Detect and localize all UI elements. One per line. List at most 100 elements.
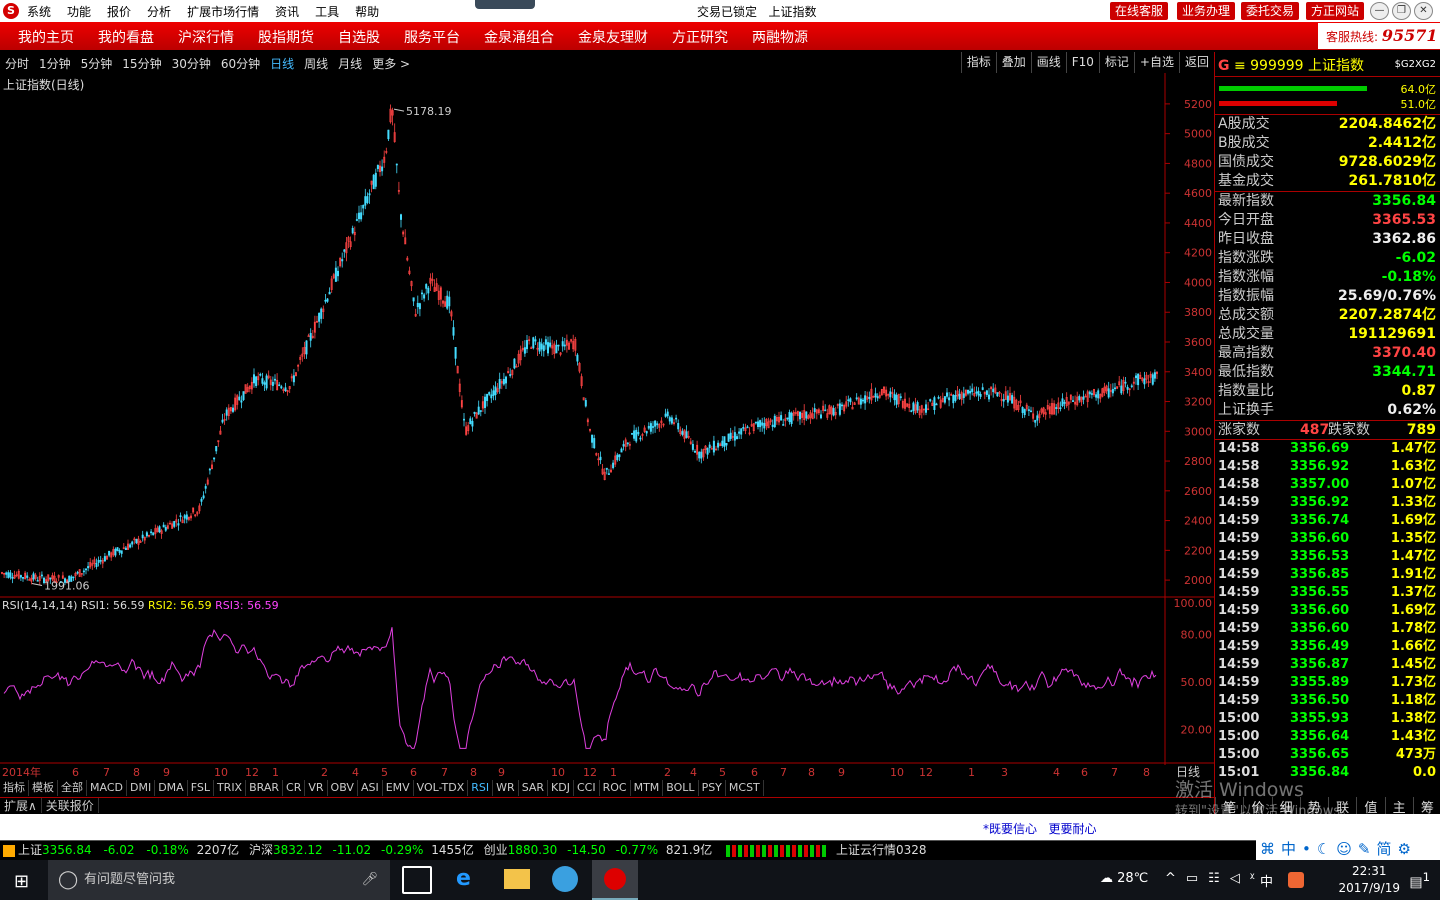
right-tab[interactable]: 主: [1384, 797, 1413, 816]
nav-futures[interactable]: 股指期货: [258, 27, 314, 47]
indicator-tab-dmi[interactable]: DMI: [127, 780, 156, 796]
menu-item-ext-market[interactable]: 扩展市场行情: [187, 3, 259, 20]
timeframe-1[interactable]: 1分钟: [39, 55, 71, 72]
menu-icon[interactable]: ≡: [1234, 58, 1246, 74]
minimize-icon[interactable]: —: [1370, 2, 1389, 20]
ie-icon[interactable]: [552, 866, 578, 892]
indicator-tab-指标[interactable]: 指标: [0, 780, 29, 796]
notification-icon[interactable]: ▤1: [1409, 870, 1430, 891]
slogan-link-1[interactable]: *既要信心: [983, 822, 1037, 836]
menu-item-analysis[interactable]: 分析: [147, 3, 171, 20]
tray-handle[interactable]: [475, 0, 535, 9]
weather[interactable]: ☁ 28℃: [1100, 871, 1148, 886]
related-quote-tab[interactable]: 关联报价: [42, 798, 99, 813]
menu-item-quote[interactable]: 报价: [107, 3, 131, 20]
indicator-tab-vr[interactable]: VR: [305, 780, 328, 796]
chart-tool-1[interactable]: 叠加: [995, 52, 1031, 73]
menu-item-tools[interactable]: 工具: [315, 3, 339, 20]
chart-tool-6[interactable]: 返回: [1178, 52, 1214, 73]
app-taskbar-button[interactable]: [592, 860, 638, 900]
slogan-link-2[interactable]: 更要耐心: [1048, 822, 1096, 836]
website-button[interactable]: 方正网站: [1306, 2, 1365, 20]
indicator-tab-macd[interactable]: MACD: [87, 780, 127, 796]
chart-area[interactable]: 5200 5000 4800 4600 4400 4200 4000 3800 3600 3400…: [0, 73, 1214, 779]
indicator-tab-vol-tdx[interactable]: VOL-TDX: [414, 780, 469, 796]
nav-research[interactable]: 方正研究: [672, 27, 728, 47]
indicator-tab-asi[interactable]: ASI: [358, 780, 383, 796]
indicator-tab-wr[interactable]: WR: [493, 780, 519, 796]
mic-icon[interactable]: 🎤︎: [361, 860, 378, 900]
timeframe-6[interactable]: 日线: [270, 55, 294, 72]
nav-market[interactable]: 沪深行情: [178, 27, 234, 47]
online-service-button[interactable]: 在线客服: [1110, 2, 1169, 20]
indicator-tab-mcst[interactable]: MCST: [726, 780, 764, 796]
indicator-tab-obv[interactable]: OBV: [328, 780, 358, 796]
candle-body: [790, 412, 793, 424]
indicator-tab-cci[interactable]: CCI: [574, 780, 600, 796]
indicator-tab-dma[interactable]: DMA: [155, 780, 188, 796]
chart-tool-0[interactable]: 指标: [960, 52, 996, 73]
indicator-tab-sar[interactable]: SAR: [519, 780, 549, 796]
nav-watch[interactable]: 我的看盘: [98, 27, 154, 47]
indicator-tab-全部[interactable]: 全部: [58, 780, 87, 796]
indicator-tab-kdj[interactable]: KDJ: [548, 780, 574, 796]
trade-button[interactable]: 委托交易: [1241, 2, 1300, 20]
tick-list[interactable]: 14:58 3356.69 1.47亿 14:58 3356.92 1.63亿 14:58 3…: [1215, 440, 1440, 782]
indicator-tab-emv[interactable]: EMV: [383, 780, 414, 796]
timeframe-3[interactable]: 15分钟: [122, 55, 161, 72]
nav-wealth[interactable]: 金泉友理财: [578, 27, 648, 47]
nav-favorites[interactable]: 自选股: [338, 27, 380, 47]
menu-item-info[interactable]: 资讯: [275, 3, 299, 20]
right-tab[interactable]: 筹: [1412, 797, 1440, 816]
timeframe-8[interactable]: 月线: [338, 55, 362, 72]
indicator-tab-roc[interactable]: ROC: [600, 780, 631, 796]
chart-tool-3[interactable]: F10: [1065, 52, 1099, 73]
tick-price: 3355.93: [1290, 711, 1350, 726]
tray-app-icon[interactable]: [1288, 872, 1304, 888]
indicator-tab-rsi[interactable]: RSI: [468, 780, 494, 796]
timeframe-2[interactable]: 5分钟: [81, 55, 113, 72]
store-icon[interactable]: [402, 866, 432, 894]
explorer-icon[interactable]: [504, 869, 530, 889]
restore-icon[interactable]: ❐: [1392, 2, 1411, 20]
windows-start-icon[interactable]: ⊞: [14, 871, 29, 892]
chart-tool-4[interactable]: 标记: [1098, 52, 1134, 73]
tray-icons[interactable]: ^▭☷◁ᵡ: [1165, 871, 1265, 886]
kline-chart[interactable]: 5200 5000 4800 4600 4400 4200 4000 3800 3600 3400…: [0, 73, 1214, 780]
candle-body: [712, 440, 715, 453]
indicator-tab-mtm[interactable]: MTM: [631, 780, 664, 796]
timeframe-5[interactable]: 60分钟: [221, 55, 260, 72]
indicator-tab-fsl[interactable]: FSL: [188, 780, 214, 796]
tick-row: 14:58 3356.92 1.63亿: [1215, 458, 1440, 476]
close-icon[interactable]: ✕: [1414, 2, 1433, 20]
indicator-tab-boll[interactable]: BOLL: [663, 780, 699, 796]
indicator-tab-psy[interactable]: PSY: [699, 780, 726, 796]
menu-item-help[interactable]: 帮助: [355, 3, 379, 20]
nav-portfolio[interactable]: 金泉涌组合: [484, 27, 554, 47]
chart-tool-2[interactable]: 画线: [1030, 52, 1066, 73]
menu-item-system[interactable]: 系统: [27, 3, 51, 20]
expand-tab[interactable]: 扩展∧: [0, 798, 42, 813]
timeframe-7[interactable]: 周线: [304, 55, 328, 72]
ime-toolbar[interactable]: ⌘中•☾☺✎简⚙: [1256, 838, 1440, 860]
nav-margin[interactable]: 两融物源: [752, 27, 808, 47]
timeframe-0[interactable]: 分时: [5, 55, 29, 72]
chart-tool-5[interactable]: +自选: [1133, 52, 1179, 73]
cloud-quote-label[interactable]: 上证云行情0328: [836, 843, 927, 857]
candle-body: [759, 420, 762, 428]
ime-indicator[interactable]: 中: [1260, 871, 1273, 890]
indicator-tab-cr[interactable]: CR: [283, 780, 306, 796]
indicator-tab-trix[interactable]: TRIX: [214, 780, 247, 796]
edge-icon[interactable]: e: [456, 866, 471, 891]
timeframe-4[interactable]: 30分钟: [172, 55, 211, 72]
nav-home[interactable]: 我的主页: [18, 27, 74, 47]
indicator-tab-模板[interactable]: 模板: [29, 780, 58, 796]
right-tab[interactable]: 值: [1356, 797, 1384, 816]
timeframe-9[interactable]: 更多 >: [372, 55, 410, 72]
cortana-search[interactable]: ◯ 有问题尽管问我 🎤︎: [48, 860, 390, 900]
menu-item-function[interactable]: 功能: [67, 3, 91, 20]
clock[interactable]: 22:31 2017/9/19: [1338, 863, 1400, 897]
business-button[interactable]: 业务办理: [1177, 2, 1236, 20]
nav-service[interactable]: 服务平台: [404, 27, 460, 47]
indicator-tab-brar[interactable]: BRAR: [246, 780, 284, 796]
